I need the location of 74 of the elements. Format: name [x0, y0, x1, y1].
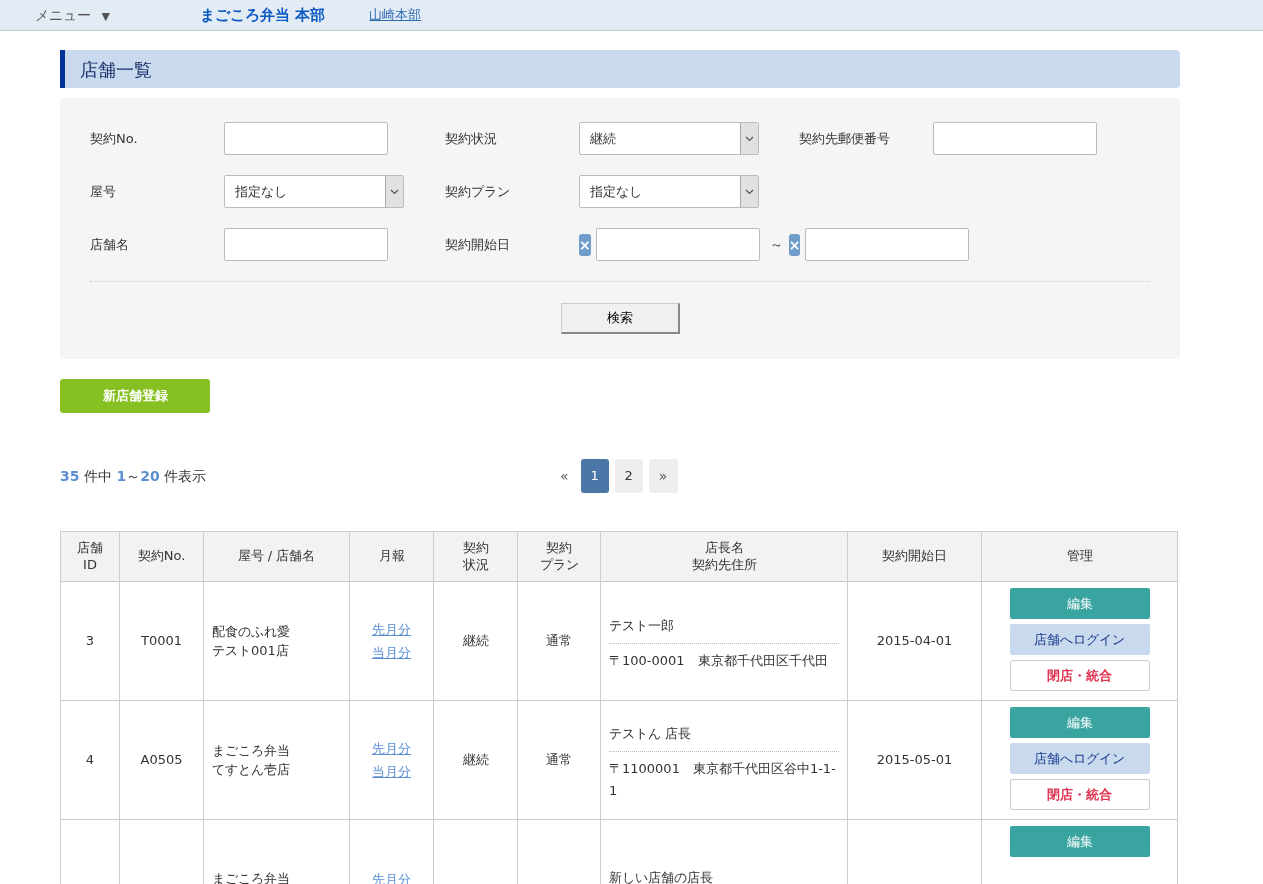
address-text: 〒1100001 東京都千代田区谷中1-1-1	[609, 760, 837, 801]
report-link[interactable]: 先月分	[351, 618, 432, 641]
column-header: 契約	[545, 540, 573, 557]
previous-page-button[interactable]: «	[560, 465, 569, 487]
column-header: 状況	[461, 556, 490, 573]
login-button[interactable]: 店舗へログイン	[1009, 624, 1150, 655]
table-cell: 3	[60, 581, 120, 701]
user-link[interactable]: 山崎本部	[369, 5, 422, 25]
address-text: 〒100-0001 東京都千代田区千代田	[609, 652, 829, 671]
range-separator: ～	[769, 235, 783, 254]
manager-name: テストん 店長	[609, 717, 839, 753]
result-count: 35 件中 1～20 件表示	[60, 466, 208, 486]
table-cell: 継続	[433, 581, 518, 701]
column-header: 契約No.	[136, 548, 187, 565]
table-cell: T0001	[119, 581, 204, 701]
table-cell: 2015-04-01	[847, 581, 982, 701]
field-label: 屋号	[90, 182, 117, 201]
chevron-down-icon	[390, 188, 399, 195]
field-label: 契約プラン	[445, 182, 511, 201]
login-button[interactable]: 店舗へログイン	[1009, 743, 1150, 774]
close-store-button[interactable]: 閉店・統合	[1009, 779, 1150, 810]
table-cell: A0505	[119, 700, 204, 820]
field-label: 契約状況	[445, 129, 498, 148]
page-button[interactable]: 1	[580, 459, 609, 493]
site-title: まごころ弁当 本部	[200, 4, 326, 26]
column-header: 管理	[1065, 548, 1094, 565]
column-header: 店舗	[76, 540, 104, 557]
store-name: てすとん壱店	[212, 761, 291, 779]
store-name: まごころ弁当	[212, 741, 291, 760]
clear-button[interactable]: ×	[788, 233, 801, 256]
clear-button[interactable]: ×	[579, 233, 591, 256]
table-cell: 4	[60, 700, 120, 820]
select-field[interactable]: 指定なし	[224, 175, 404, 208]
manager-name: テスト一郎	[609, 609, 839, 645]
input-field[interactable]	[933, 122, 1097, 155]
table-cell: 通常	[517, 700, 601, 820]
store-name: テスト001店	[212, 642, 290, 660]
store-name: 配食のふれ愛	[212, 622, 291, 641]
field-label: 契約開始日	[445, 235, 511, 254]
manager-name: 新しい店舗の店長	[609, 861, 839, 884]
column-header: 契約先住所	[690, 556, 758, 573]
date-field[interactable]	[805, 228, 970, 261]
table-cell: 通常	[517, 581, 601, 701]
page-button[interactable]: 2	[614, 459, 643, 493]
table-cell: 継続	[433, 700, 518, 820]
search-button[interactable]: 検索	[560, 303, 680, 334]
edit-button[interactable]: 編集	[1009, 588, 1150, 619]
select-field[interactable]: 継続	[579, 122, 759, 155]
chevron-down-icon	[745, 135, 754, 142]
column-header: 契約開始日	[881, 548, 948, 565]
menu-button[interactable]: メニュー ▼	[35, 4, 200, 26]
column-header: 契約	[461, 540, 490, 557]
field-label: 契約先郵便番号	[799, 129, 891, 148]
input-field[interactable]	[224, 228, 388, 261]
chevron-down-icon	[745, 188, 754, 195]
select-field[interactable]: 指定なし	[579, 175, 759, 208]
table-cell: 2015-05-01	[847, 700, 982, 820]
input-field[interactable]	[224, 122, 388, 155]
next-page-button[interactable]: »	[648, 459, 678, 493]
edit-button[interactable]: 編集	[1009, 707, 1150, 738]
date-field[interactable]	[595, 228, 760, 261]
edit-button[interactable]: 編集	[1009, 826, 1150, 857]
column-header: 店長名	[703, 540, 745, 557]
field-label: 契約No.	[90, 129, 139, 148]
report-link[interactable]: 先月分	[351, 737, 432, 760]
field-label: 店舗名	[90, 235, 130, 254]
report-link[interactable]: 当月分	[351, 641, 432, 664]
column-header: 屋号 / 店舗名	[236, 548, 317, 565]
column-header: 月報	[377, 548, 406, 565]
column-header: プラン	[538, 556, 580, 573]
report-link[interactable]: 当月分	[351, 760, 432, 783]
close-store-button[interactable]: 閉店・統合	[1009, 660, 1150, 691]
page-title: 店舗一覧	[60, 50, 1180, 88]
column-header: ID	[82, 556, 98, 573]
